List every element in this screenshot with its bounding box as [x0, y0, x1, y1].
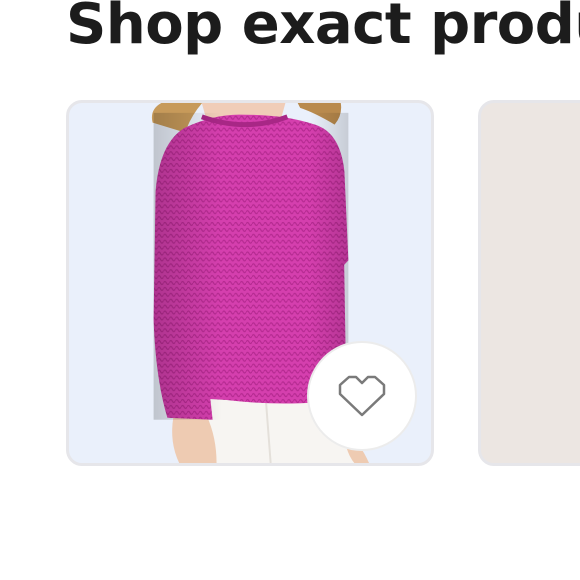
product-card[interactable] — [478, 100, 580, 466]
heart-outline-icon — [338, 375, 386, 417]
product-image[interactable] — [481, 103, 580, 463]
section-title: Shop exact produ — [66, 0, 580, 57]
favorite-button[interactable] — [309, 343, 415, 449]
product-card[interactable] — [66, 100, 434, 466]
product-carousel-screen: Shop exact produ — [0, 0, 580, 580]
